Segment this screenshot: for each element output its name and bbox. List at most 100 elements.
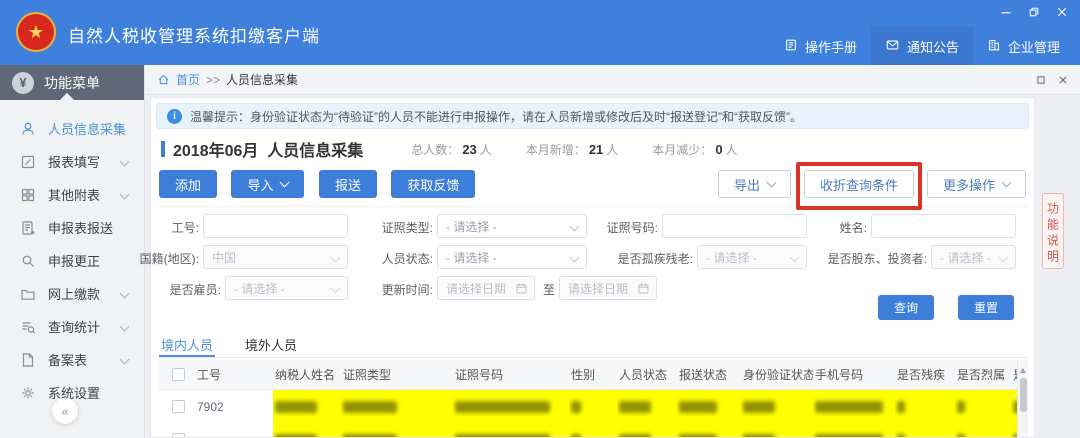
disabled-elderly-select[interactable]: - 请选择 - [697, 245, 807, 269]
col-id-number: 证照号码 [455, 368, 504, 382]
restore-button[interactable] [1028, 6, 1040, 18]
redacted-cell [895, 390, 955, 423]
menu-notices[interactable]: 通知公告 [870, 27, 973, 66]
scroll-up-icon[interactable] [1020, 365, 1026, 373]
id-number-label: 证照号码: [606, 221, 658, 235]
chevron-down-icon [789, 252, 800, 263]
sidebar-item-label: 备案表 [48, 353, 88, 368]
filter-panel: 工号: 证照类型: - 请选择 - 证照号码: 姓名: 国籍(地区): 中国 人… [140, 206, 1028, 326]
update-date-end[interactable]: 请选择日期 [559, 276, 657, 300]
redacted-cell [677, 423, 741, 437]
person-status-select[interactable]: - 请选择 - [437, 245, 587, 269]
sidebar-item-label: 查询统计 [48, 320, 101, 335]
row-checkbox[interactable] [171, 433, 185, 437]
notice-bar: i 温馨提示：身份验证状态为“待验证”的人员不能进行申报操作，请在人员新增或修改… [156, 103, 1029, 129]
table-scrollbar[interactable] [1017, 360, 1028, 437]
redacted-cell [955, 390, 1011, 423]
reset-button[interactable]: 重置 [958, 295, 1014, 320]
chevron-down-icon [998, 252, 1009, 263]
id-type-select[interactable]: - 请选择 - [437, 214, 587, 238]
nationality-select[interactable]: 中国 [203, 245, 348, 269]
table-row[interactable]: 7902 [159, 390, 1028, 423]
sidebar-item-online-payment[interactable]: 网上缴款 [0, 277, 144, 310]
is-employee-label: 是否雇员: [169, 283, 221, 297]
menu-manual[interactable]: 操作手册 [770, 27, 871, 66]
building-icon [987, 38, 1001, 55]
info-icon: i [167, 108, 182, 124]
redacted-cell [617, 390, 677, 423]
chevron-down-icon [766, 177, 777, 188]
page-title: 2018年06月 人员信息采集 [173, 143, 364, 160]
person-tabs: 境内人员 境外人员 [159, 329, 1028, 358]
table-row[interactable] [159, 423, 1028, 437]
scrollbar-thumb[interactable] [1020, 378, 1027, 412]
name-input[interactable] [871, 214, 1016, 238]
person-status-label: 人员状态: [381, 252, 433, 266]
query-buttons: 查询 重置 [878, 295, 1014, 320]
toolbar-right-group: 导出 收折查询条件 更多操作 [717, 162, 1026, 210]
emblem-star-icon: ★ [27, 21, 45, 42]
sidebar-item-report-fill[interactable]: 报表填写 [0, 145, 144, 178]
employee-no-input[interactable] [203, 214, 348, 238]
col-person-status: 人员状态 [619, 368, 668, 382]
chevron-down-icon [569, 221, 580, 232]
filter-row-1: 工号: 证照类型: - 请选择 - 证照号码: 姓名: [159, 214, 1028, 238]
query-button[interactable]: 查询 [878, 295, 934, 320]
redacted-cell [273, 390, 341, 423]
update-time-label: 更新时间: [381, 283, 433, 297]
app-window: ★ 自然人税收管理系统扣缴客户端 操作手册 通知公告 企业管理 ¥ 功能菜单 人… [0, 0, 1080, 438]
tab-domestic-personnel[interactable]: 境内人员 [159, 329, 216, 357]
sidebar-item-label: 网上缴款 [48, 287, 101, 302]
national-emblem-logo: ★ [16, 12, 56, 52]
import-button[interactable]: 导入 [231, 170, 305, 198]
function-description-tab[interactable]: 功能说明 [1042, 193, 1064, 269]
list-search-icon [20, 319, 36, 335]
sidebar-item-filing-form[interactable]: 备案表 [0, 343, 144, 376]
breadcrumb-separator: >> [206, 72, 221, 87]
row-checkbox[interactable] [171, 400, 185, 413]
sidebar-item-declaration-submit[interactable]: 申报表报送 [0, 211, 144, 244]
document-icon [20, 352, 36, 368]
chevron-down-icon [119, 354, 130, 365]
menu-enterprise[interactable]: 企业管理 [973, 27, 1074, 66]
collapse-query-button[interactable]: 收折查询条件 [795, 162, 922, 210]
id-number-input[interactable] [662, 214, 807, 238]
breadcrumb: 首页 >> 人员信息采集 [145, 65, 1080, 95]
minimize-button[interactable] [1000, 6, 1012, 18]
window-controls [1000, 6, 1068, 18]
sidebar-collapse-button[interactable]: « [52, 398, 78, 424]
sidebar-item-declaration-correction[interactable]: 申报更正 [0, 244, 144, 277]
breadcrumb-home[interactable]: 首页 [176, 71, 200, 88]
sidebar-header: ¥ 功能菜单 [0, 65, 144, 108]
shareholder-select[interactable]: - 请选择 - [931, 245, 1016, 269]
col-submit-status: 报送状态 [679, 368, 728, 382]
tab-foreign-personnel[interactable]: 境外人员 [243, 329, 299, 357]
get-feedback-button[interactable]: 获取反馈 [391, 170, 476, 198]
redacted-cell [895, 423, 955, 437]
update-date-start[interactable]: 请选择日期 [437, 276, 535, 300]
personnel-table: 工号 纳税人姓名 证照类型 证照号码 性别 人员状态 报送状态 身份验证状态 手… [159, 360, 1028, 437]
redacted-cell [741, 423, 813, 437]
header-checkbox[interactable] [171, 368, 185, 381]
main-panel: i 温馨提示：身份验证状态为“待验证”的人员不能进行申报操作，请在人员新增或修改… [140, 97, 1035, 438]
table-header: 工号 纳税人姓名 证照类型 证照号码 性别 人员状态 报送状态 身份验证状态 手… [159, 360, 1028, 390]
more-actions-button[interactable]: 更多操作 [926, 170, 1026, 198]
sidebar-item-other-schedules[interactable]: 其他附表 [0, 178, 144, 211]
sidebar-item-personnel-info[interactable]: 人员信息采集 [0, 112, 144, 145]
submit-button[interactable]: 报送 [318, 170, 377, 198]
redacted-cell [677, 390, 741, 423]
add-button[interactable]: 添加 [159, 170, 218, 198]
is-employee-select[interactable]: - 请选择 - [225, 276, 348, 300]
sidebar-item-query-statistics[interactable]: 查询统计 [0, 310, 144, 343]
stat-removed: 本月减少： 0 人 [652, 141, 738, 157]
panel-close-button[interactable] [1058, 74, 1068, 88]
close-button[interactable] [1056, 6, 1068, 18]
topbar-menu: 操作手册 通知公告 企业管理 [770, 27, 1074, 66]
home-icon [157, 73, 170, 86]
panel-controls [1036, 74, 1068, 88]
content-area: 首页 >> 人员信息采集 i 温馨提示：身份验证状态为“待验证”的人员不能进行申… [140, 65, 1080, 438]
panel-maximize-button[interactable] [1036, 74, 1046, 88]
name-label: 姓名: [839, 221, 867, 235]
export-button[interactable]: 导出 [717, 170, 791, 198]
redacted-cell [341, 423, 453, 437]
